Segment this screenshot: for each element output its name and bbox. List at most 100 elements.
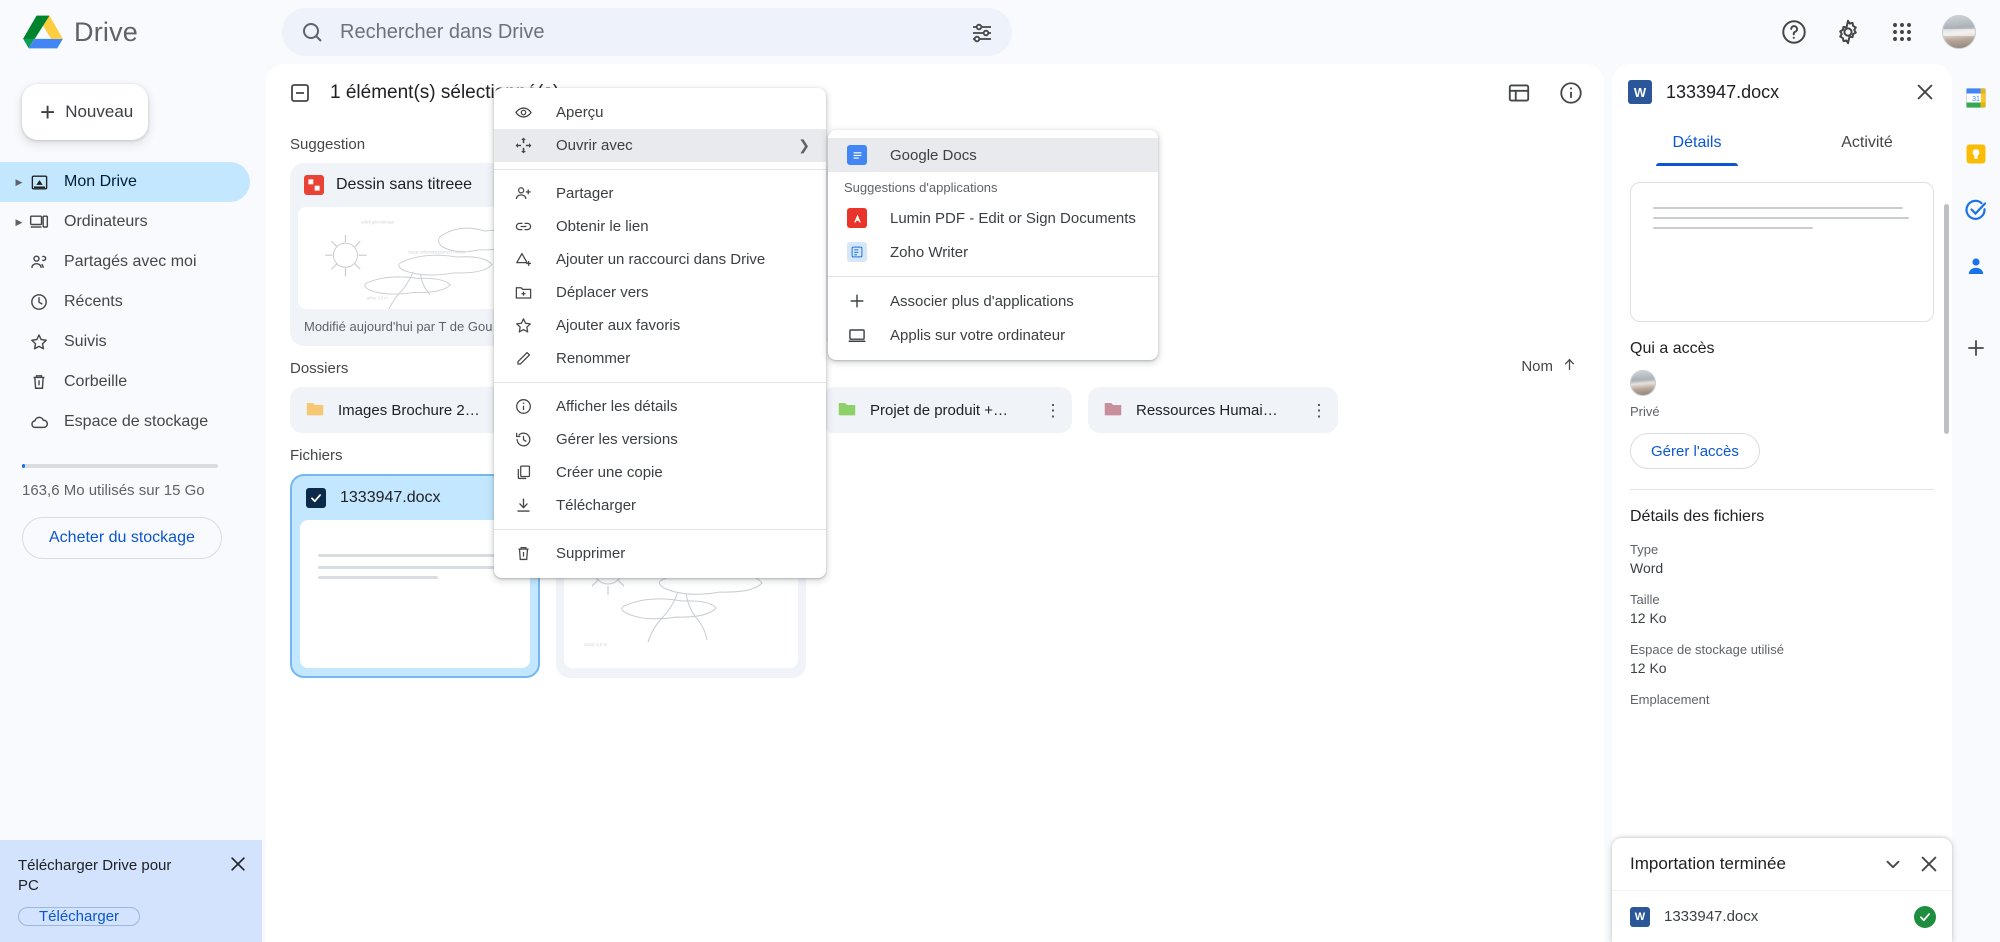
google-keep-icon[interactable] [1964, 142, 1988, 166]
chevron-right-icon[interactable]: ▶ [12, 217, 26, 228]
drive-logo [22, 13, 64, 51]
app-rail: 31 [1952, 64, 2000, 942]
check-circle-icon [1914, 905, 1936, 928]
context-menu-item-afficher-les-details[interactable]: Afficher les détails [494, 390, 826, 423]
info-icon [510, 397, 536, 416]
brand[interactable]: Drive [0, 13, 260, 51]
file-preview[interactable] [1630, 182, 1934, 322]
context-menu-item-ajouter-raccourci[interactable]: Ajouter un raccourci dans Drive [494, 243, 826, 276]
plus-icon: + [40, 97, 56, 127]
context-menu-item-apercu[interactable]: Aperçu [494, 96, 826, 129]
submenu-item-zoho-writer[interactable]: Zoho Writer [828, 235, 1158, 269]
plus-icon [844, 291, 870, 311]
close-icon[interactable] [1918, 853, 1940, 875]
google-contacts-icon[interactable] [1964, 254, 1988, 278]
avatar[interactable] [1942, 15, 1976, 49]
google-tasks-icon[interactable] [1964, 198, 1988, 222]
context-menu-item-renommer[interactable]: Renommer [494, 342, 826, 375]
lumin-pdf-icon [844, 208, 870, 228]
folder-card[interactable]: Projet de produit +… ⋮ [822, 387, 1072, 433]
submenu-item-label: Lumin PDF - Edit or Sign Documents [890, 209, 1136, 227]
trash-icon [510, 544, 536, 563]
sidebar-item-mon-drive[interactable]: ▶ Mon Drive [0, 162, 250, 202]
folder-name: Ressources Humai… [1136, 401, 1278, 419]
add-apps-icon[interactable] [1964, 336, 1988, 360]
download-icon [510, 496, 536, 515]
context-menu-item-creer-une-copie[interactable]: Créer une copie [494, 456, 826, 489]
context-menu-item-supprimer[interactable]: Supprimer [494, 537, 826, 570]
sidebar-item-label: Corbeille [64, 373, 128, 390]
sidebar-item-recents[interactable]: Récents [0, 282, 250, 322]
submenu-item-associer-plus-applications[interactable]: Associer plus d'applications [828, 284, 1158, 318]
indeterminate-checkbox-icon[interactable] [288, 81, 312, 105]
sidebar-item-label: Ordinateurs [64, 213, 148, 230]
sort-control[interactable]: Nom [1521, 356, 1578, 377]
toast-row[interactable]: W 1333947.docx [1612, 890, 1952, 942]
tab-details[interactable]: Détails [1612, 120, 1782, 166]
divider [494, 382, 826, 383]
context-menu-item-label: Ajouter aux favoris [556, 317, 681, 334]
details-scrollbar[interactable] [1944, 204, 1949, 434]
sidebar-item-ordinateurs[interactable]: ▶ Ordinateurs [0, 202, 250, 242]
submenu-item-label: Google Docs [890, 146, 977, 164]
sidebar-item-corbeille[interactable]: Corbeille [0, 362, 250, 402]
context-menu-item-telecharger[interactable]: Télécharger [494, 489, 826, 522]
sidebar-item-espace-de-stockage[interactable]: Espace de stockage [0, 402, 250, 442]
brand-name: Drive [74, 16, 139, 47]
svg-text:nuage schématiquement mobile: nuage schématiquement mobile [408, 249, 467, 254]
tab-label: Détails [1672, 134, 1722, 151]
promo-download-button[interactable]: Télécharger [18, 906, 141, 926]
manage-access-button[interactable]: Gérer l'accès [1630, 433, 1760, 469]
sidebar-item-suivis[interactable]: Suivis [0, 322, 250, 362]
toast-file-name: 1333947.docx [1664, 908, 1759, 925]
new-button[interactable]: + Nouveau [22, 84, 148, 140]
submenu-caption: Suggestions d'applications [844, 180, 998, 195]
search-bar[interactable] [282, 8, 1012, 56]
tune-icon[interactable] [970, 20, 994, 44]
details-panel: W 1333947.docx Détails Activité Qui a ac… [1612, 64, 1952, 942]
checkbox-checked-icon[interactable] [306, 488, 326, 508]
info-icon[interactable] [1558, 80, 1584, 106]
folders-row: Images Brochure 2… ⋮ Brochure Numéri… ⋮ … [266, 387, 1604, 433]
google-calendar-icon[interactable]: 31 [1964, 86, 1988, 110]
context-menu-item-ajouter-aux-favoris[interactable]: Ajouter aux favoris [494, 309, 826, 342]
context-menu-item-deplacer-vers[interactable]: Déplacer vers [494, 276, 826, 309]
submenu-item-applis-ordinateur[interactable]: Applis sur votre ordinateur [828, 318, 1158, 352]
sidebar-item-label: Suivis [64, 333, 107, 350]
submenu-item-google-docs[interactable]: Google Docs [828, 138, 1158, 172]
buy-storage-button[interactable]: Acheter du stockage [22, 517, 222, 559]
close-icon[interactable] [228, 854, 248, 874]
person-add-icon [510, 184, 536, 203]
context-menu-item-label: Télécharger [556, 497, 637, 514]
storage-usage-text: 163,6 Mo utilisés sur 15 Go [22, 482, 205, 499]
context-menu-item-obtenir-le-lien[interactable]: Obtenir le lien [494, 210, 826, 243]
context-menu-item-gerer-les-versions[interactable]: Gérer les versions [494, 423, 826, 456]
search-input[interactable] [340, 20, 954, 44]
help-icon[interactable] [1780, 18, 1808, 46]
submenu-item-lumin-pdf[interactable]: Lumin PDF - Edit or Sign Documents [828, 201, 1158, 235]
chevron-down-icon[interactable] [1882, 853, 1904, 875]
folder-card[interactable]: Ressources Humai… ⋮ [1088, 387, 1338, 433]
more-options-icon[interactable]: ⋮ [1310, 402, 1328, 419]
chevron-right-icon[interactable]: ▶ [12, 177, 26, 188]
sidebar-item-label: Espace de stockage [64, 413, 209, 430]
more-options-icon[interactable]: ⋮ [1044, 402, 1062, 419]
drawing-icon [304, 175, 324, 195]
list-view-icon[interactable] [1506, 80, 1532, 106]
file-name: 1333947.docx [340, 489, 441, 506]
context-menu-item-label: Ouvrir avec [556, 137, 633, 154]
apps-grid-icon[interactable] [1888, 18, 1916, 46]
sidebar-item-partages-avec-moi[interactable]: Partagés avec moi [0, 242, 250, 282]
divider [828, 276, 1158, 277]
pencil-icon [510, 349, 536, 368]
tab-activite[interactable]: Activité [1782, 120, 1952, 166]
context-menu-item-label: Aperçu [556, 104, 604, 121]
context-menu-item-partager[interactable]: Partager [494, 177, 826, 210]
context-menu-item-ouvrir-avec[interactable]: Ouvrir avec ❯ [494, 129, 826, 162]
gear-icon[interactable] [1834, 18, 1862, 46]
close-icon[interactable] [1914, 81, 1936, 103]
tab-label: Activité [1841, 134, 1893, 151]
search-icon [300, 20, 324, 44]
sidebar: + Nouveau ▶ Mon Drive ▶ Ordinateurs Part… [0, 64, 262, 942]
svg-text:31: 31 [1972, 96, 1980, 103]
